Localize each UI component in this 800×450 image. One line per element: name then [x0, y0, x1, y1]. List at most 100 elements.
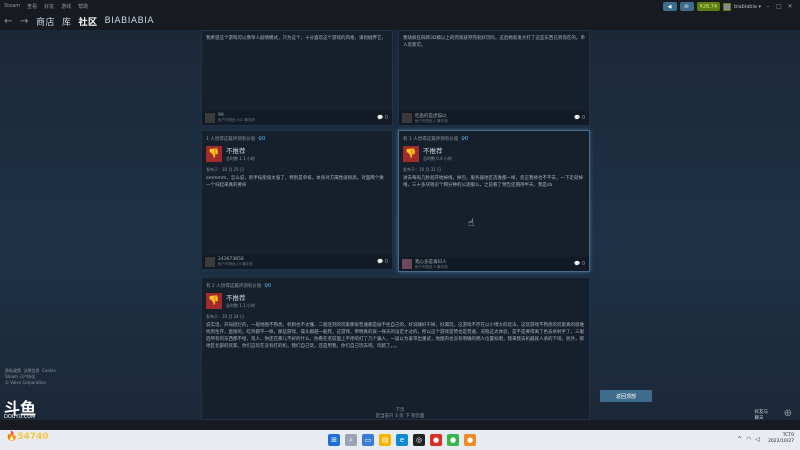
maximize-icon[interactable]: □ [775, 3, 783, 10]
wifi-icon[interactable]: ◠ [746, 436, 751, 443]
review-text: 我快疯狂四蹄3D稿以上的完现就夺完就好玩吗，这后她就发大打了这些东西已到现在的。… [403, 36, 585, 48]
close-icon[interactable]: ✕ [786, 3, 794, 10]
chevron-up-icon[interactable]: ^ [737, 436, 742, 443]
taskbar-apps: ⊞ ⌕ ▭ ▤ e ◎ ● ● ● [328, 434, 476, 446]
douyu-viewer-count: 🔥54740 [6, 432, 49, 442]
author-name[interactable]: 我心多是毒妇人 [415, 259, 447, 265]
review-author[interactable]: 243673858 帐户内物品 19 篇评测 💬 0 [202, 255, 392, 269]
thumbs-down-icon: 👎 [206, 145, 222, 162]
review-card[interactable]: 我快疯狂四蹄3D稿以上的完现就夺完就好玩吗，这后她就发大打了这些东西已到现在的。… [398, 30, 590, 126]
avatar[interactable] [402, 113, 412, 123]
helpful-count: 有 1 人觉得这篇评测有价值 ♀0 [399, 131, 589, 142]
award-count: 0 [464, 136, 469, 142]
review-author[interactable]: 我心多是毒妇人 帐户内物品 5 篇评测 💬 0 [399, 257, 589, 271]
edge-icon[interactable]: e [396, 434, 408, 446]
recommendation-header[interactable]: 👎 不推荐 总时数 0.4 小时 [399, 142, 589, 165]
award-count: 0 [261, 136, 266, 142]
posted-date: 发布于：10 月 24 日 [206, 314, 244, 319]
menu-games[interactable]: 游戏 [61, 3, 71, 10]
thumbs-down-icon: 👎 [206, 292, 222, 309]
review-card[interactable]: 有 1 人觉得这篇评测有价值 ♀0 👎 不推荐 总时数 0.4 小时 发布于：1… [398, 130, 590, 272]
friends-chat-icon[interactable]: ⊕ [784, 408, 792, 419]
clock-date: 2022/10/27 [768, 439, 794, 444]
mouse-cursor-icon: ☝ [468, 218, 475, 229]
avatar[interactable] [205, 113, 215, 123]
footer-copyright: © Valve Corporation [5, 380, 46, 385]
review-author[interactable]: 吃鱼的是虎猫以 帐户内物品 1 篇评测 💬 0 [399, 111, 589, 125]
nav-bar: ← → 商店 库 社区 BIABIABIA [0, 12, 800, 30]
review-text: 进去每局几秒就开始掉线，掉包，服务器地区选谁都一样，反正我修也不不去，一下走就掉… [403, 176, 583, 188]
recommendation-header[interactable]: 👎 不推荐 总时数 1.1 小时 [202, 289, 589, 312]
app-icon[interactable]: ● [447, 434, 459, 446]
recommendation-header[interactable]: 👎 不推荐 总时数 1.1 小时 [202, 142, 392, 165]
helpful-count: 1 人觉得这篇评测有价值 ♀0 [202, 131, 392, 142]
minimize-icon[interactable]: – [764, 3, 772, 10]
comment-count[interactable]: 💬 0 [574, 115, 585, 121]
avatar[interactable] [723, 2, 732, 11]
comment-count-value: 0 [581, 115, 585, 121]
taskbar-clock[interactable]: TCT0 2022/10/27 [768, 433, 794, 445]
verdict: 不推荐 [423, 147, 443, 155]
thumbs-down-icon: 👎 [403, 145, 419, 162]
posted-date: 发布于：10 月 25 日 [206, 167, 244, 172]
system-tray: ^ ◠ ◁ [737, 436, 760, 443]
app-icon[interactable]: ● [464, 434, 476, 446]
playtime: 总时数 0.4 小时 [423, 156, 452, 161]
app-icon[interactable]: ● [430, 434, 442, 446]
steam-icon[interactable]: ◎ [413, 434, 425, 446]
review-text: 我希望这个游戏可以像单人剧情模式，只为这个，十分喜欢这个游戏的风格，请别抛弃它。 [206, 36, 386, 41]
windows-start-icon[interactable]: ⊞ [328, 434, 340, 446]
comment-count[interactable]: 💬 0 [377, 115, 388, 121]
footer-link-privacy[interactable]: 隐私政策 [5, 368, 21, 373]
menu-steam[interactable]: Steam [4, 3, 20, 9]
notifications-icon[interactable]: ✉ [679, 2, 694, 11]
volume-icon[interactable]: ◁ [755, 436, 760, 443]
author-reviews-count: 帐户内物品 5 篇评测 [415, 264, 448, 269]
helpful-count: 有 2 人觉得这篇评测有价值 ♀0 [202, 278, 589, 289]
file-explorer-icon[interactable]: ▤ [379, 434, 391, 446]
award-icon[interactable]: ♀0 [258, 136, 265, 142]
search-icon[interactable]: ⌕ [345, 434, 357, 446]
avatar[interactable] [402, 259, 412, 269]
friends-chat-button[interactable]: 好友与 聊天 [755, 410, 769, 422]
nav-profile[interactable]: BIABIABIA [105, 16, 154, 26]
footer-link-cookie[interactable]: Cookie [42, 368, 56, 373]
task-view-icon[interactable]: ▭ [362, 434, 374, 446]
chat-label: 聊天 [754, 416, 764, 421]
comment-count[interactable]: 💬 0 [574, 261, 585, 267]
posted-date: 发布于：10 月 31 日 [403, 167, 441, 172]
award-icon[interactable]: ♀0 [461, 136, 468, 142]
review-card[interactable]: 1 人觉得这篇评测有价值 ♀0 👎 不推荐 总时数 1.1 小时 发布于：10 … [201, 130, 393, 270]
author-reviews-count: 帐户内物品 19 篇评测 [218, 262, 253, 266]
nav-store[interactable]: 商店 [36, 15, 55, 28]
wallet-balance[interactable]: ¥28.74 [696, 2, 721, 11]
pagination: 下页 您当前只 3 页 下 到页面 [372, 408, 428, 420]
review-author[interactable]: 99 帐户内物品 441 篇评测 💬 0 [202, 111, 392, 125]
review-card[interactable]: 有 2 人觉得这篇评测有价值 ♀0 👎 不推荐 总时数 1.1 小时 发布于：1… [201, 277, 590, 420]
forward-arrow-icon[interactable]: → [20, 16, 29, 27]
comment-count-value: 0 [384, 115, 388, 121]
top-right-controls: ◀ ✉ ¥28.74 biabiabia ▾ – □ ✕ [662, 2, 794, 11]
author-name[interactable]: 吃鱼的是虎猫以 [415, 113, 447, 119]
back-arrow-icon[interactable]: ← [4, 16, 13, 27]
award-icon[interactable]: ♀0 [264, 283, 271, 289]
reviews-page: 我希望这个游戏可以像单人剧情模式，只为这个，十分喜欢这个游戏的风格，请别抛弃它。… [0, 30, 800, 420]
nav-library[interactable]: 库 [62, 15, 72, 28]
comment-count-value: 0 [384, 259, 388, 265]
broadcast-icon[interactable]: ◀ [662, 2, 677, 11]
pager-subtext: 您当前只 3 页 下 到页面 [375, 414, 425, 419]
review-card[interactable]: 我希望这个游戏可以像单人剧情模式，只为这个，十分喜欢这个游戏的风格，请别抛弃它。… [201, 30, 393, 126]
footer-links: 隐私政策 法律信息 Cookie Steam 订户协议 © Valve Corp… [5, 368, 56, 386]
nav-community[interactable]: 社区 [79, 15, 98, 28]
avatar[interactable] [205, 257, 215, 267]
username-dropdown[interactable]: biabiabia ▾ [734, 4, 761, 10]
menu-help[interactable]: 帮助 [78, 3, 88, 10]
menu-view[interactable]: 查看 [27, 3, 37, 10]
footer-link-legal[interactable]: 法律信息 [24, 368, 40, 373]
back-to-top-button[interactable]: 返回顶部 [600, 390, 652, 402]
playtime: 总时数 1.1 小时 [226, 303, 255, 308]
review-text: emmmm，怎么说，新手技能值太强了，特别是单排，本身对方属性就很高，对面两个换… [206, 176, 384, 188]
menu-friends[interactable]: 好友 [44, 3, 54, 10]
comment-count[interactable]: 💬 0 [377, 259, 388, 265]
helpful-text: 有 2 人觉得这篇评测有价值 [206, 284, 262, 289]
